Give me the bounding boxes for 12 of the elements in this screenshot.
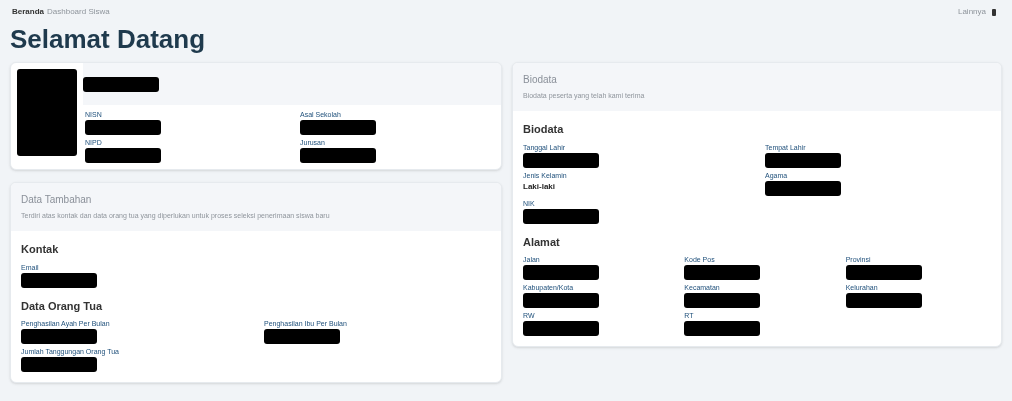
section-heading: Alamat <box>523 234 560 250</box>
page-title: Selamat Datang <box>10 24 206 54</box>
section-heading: Kontak <box>21 242 59 257</box>
toggle-icon[interactable] <box>992 8 996 16</box>
card-title: Biodata <box>523 73 557 88</box>
menu-label[interactable]: Lainnya <box>957 6 986 18</box>
breadcrumb-item[interactable]: Dashboard Siswa <box>47 6 110 18</box>
section-heading: Data Orang Tua <box>21 298 103 314</box>
breadcrumb-item[interactable]: Beranda <box>12 6 44 18</box>
card-title: Data Tambahan <box>21 193 92 208</box>
section-heading: Biodata <box>523 122 564 137</box>
field-value: Laki-laki <box>523 180 555 193</box>
